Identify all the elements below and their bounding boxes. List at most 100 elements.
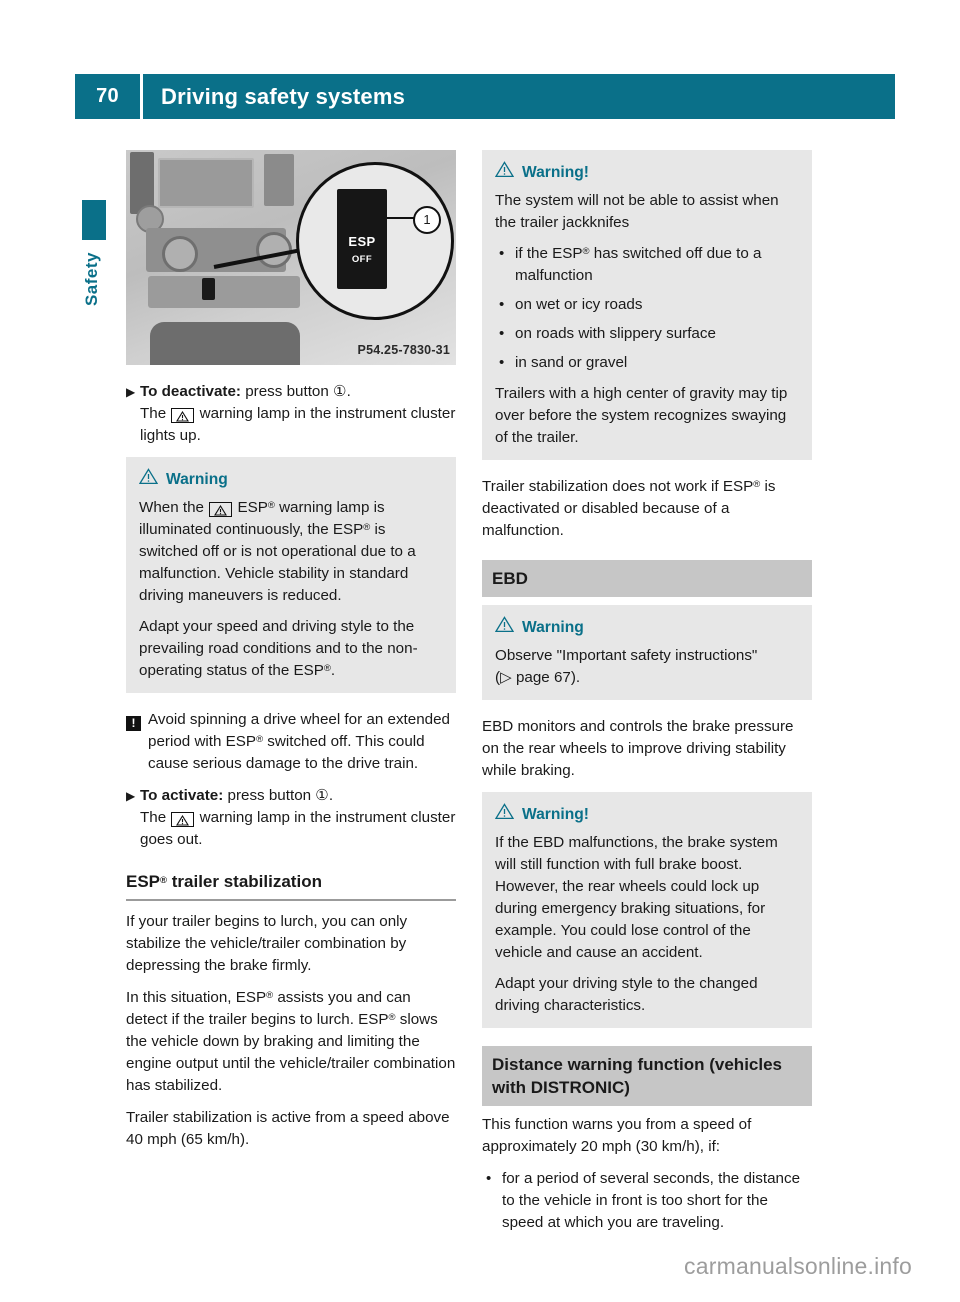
paragraph-trailer-esp: Trailer stabilization does not work if E… xyxy=(482,476,812,542)
section-tab-label: Safety xyxy=(82,252,101,307)
step-deactivate: ▶ To deactivate: press button ①. The war… xyxy=(126,381,456,447)
climate-knob-left xyxy=(162,236,198,272)
warning-jackknife-bullets: • if the ESP® has switched off due to a … xyxy=(495,243,799,374)
registered-mark: ® xyxy=(160,875,168,886)
trailer-2-pre: In this situation, ESP xyxy=(126,989,267,1006)
warning-esp-p2-tail: . xyxy=(330,662,336,679)
lower-switch-panel xyxy=(148,276,300,308)
bullet-0-pre: if the ESP xyxy=(515,245,583,262)
bullet-icon: • xyxy=(499,354,505,371)
warning-box-ebd-malfunction-header: Warning! xyxy=(494,803,799,827)
paragraph-ebd: EBD monitors and controls the brake pres… xyxy=(482,718,794,779)
warning-triangle-icon xyxy=(494,161,515,185)
registered-mark: ® xyxy=(256,734,264,745)
list-item-body: on wet or icy roads xyxy=(515,296,643,313)
warning-jackknife-outro: Trailers with a high center of gravity m… xyxy=(495,385,788,446)
magnifier-bubble: ESP OFF 1 xyxy=(296,162,454,320)
notice-drive-wheel-body: Avoid spinning a drive wheel for an exte… xyxy=(148,709,456,775)
head-unit-screen xyxy=(158,158,254,208)
step-activate-body: To activate: press button ①. The warning… xyxy=(140,785,456,851)
step-deactivate-lead: To deactivate: xyxy=(140,383,241,400)
warning-triangle-icon xyxy=(494,803,515,827)
step-arrow-icon: ▶ xyxy=(126,789,136,803)
warning-triangle-icon xyxy=(494,616,515,640)
warning-ebd-observe-text: Observe "Important safety instructions"(… xyxy=(495,645,799,689)
heading-trailer-post: trailer stabilization xyxy=(167,872,322,891)
warning-esp-p2-pre: Adapt your speed and driving style to th… xyxy=(139,618,418,679)
warning-jackknife-intro: The system will not be able to assist wh… xyxy=(495,192,779,231)
center-console-figure: ESP OFF 1 P54.25-7830-31 xyxy=(126,150,456,365)
warning-box-esp-title: Warning xyxy=(166,471,228,488)
list-item: • on roads with slippery surface xyxy=(495,323,799,345)
left-column: ESP OFF 1 P54.25-7830-31 ▶ To deactivate… xyxy=(126,150,456,1161)
step-deactivate-body: To deactivate: press button ①. The warni… xyxy=(140,381,456,447)
keypad xyxy=(264,154,294,206)
section-tab-marker xyxy=(82,200,106,240)
warning-box-ebd-observe-title: Warning xyxy=(522,619,584,636)
list-item-body: in sand or gravel xyxy=(515,354,628,371)
step-arrow-icon: ▶ xyxy=(126,385,136,399)
callout-marker-1: 1 xyxy=(413,206,441,234)
esp-off-button-closeup: ESP OFF xyxy=(337,189,387,289)
warning-box-esp-p2: Adapt your speed and driving style to th… xyxy=(139,616,443,682)
heading-trailer-stabilization: ESP® trailer stabilization xyxy=(126,871,456,901)
step-activate-lead: To activate: xyxy=(140,787,224,804)
step-activate-rest: press button ①. xyxy=(223,787,334,804)
esp-off-button-on-console xyxy=(202,278,215,300)
warning-box-ebd-malfunction-title: Warning! xyxy=(522,806,589,823)
warning-box-ebd-malfunction: Warning! If the EBD malfunctions, the br… xyxy=(482,792,812,1028)
esp-warning-lamp-icon xyxy=(171,408,195,423)
warning-triangle-icon xyxy=(138,468,159,492)
warning-box-esp-p1: When the ESP® warning lamp is illuminate… xyxy=(139,497,443,607)
bullet-icon: • xyxy=(499,325,505,342)
center-tunnel xyxy=(150,322,300,365)
paragraph-trailer-2: In this situation, ESP® assists you and … xyxy=(126,987,456,1097)
esp-warning-lamp-icon xyxy=(209,502,233,517)
warning-box-esp: Warning When the ESP® warning lamp is il… xyxy=(126,457,456,693)
figure-code: P54.25-7830-31 xyxy=(357,343,450,357)
list-item: • in sand or gravel xyxy=(495,352,799,374)
notice-drive-wheel: ! Avoid spinning a drive wheel for an ex… xyxy=(126,709,456,775)
observe-text: Observe "Important safety instructions" xyxy=(495,647,758,664)
right-column: Warning! The system will not be able to … xyxy=(482,150,812,1243)
paragraph-trailer-1: If your trailer begins to lurch, you can… xyxy=(126,913,408,974)
list-item-body: if the ESP® has switched off due to a ma… xyxy=(515,243,799,287)
page-title: Driving safety systems xyxy=(161,83,406,109)
heading-trailer-pre: ESP xyxy=(126,872,161,891)
warning-box-jackknife: Warning! The system will not be able to … xyxy=(482,150,812,460)
warning-ebd-malfunction-p2: Adapt your driving style to the changed … xyxy=(495,975,758,1014)
esp-warning-lamp-icon xyxy=(171,812,195,827)
exclamation-notice-icon: ! xyxy=(126,716,141,731)
registered-mark: ® xyxy=(323,663,331,674)
registered-mark: ® xyxy=(582,246,590,257)
warning-box-jackknife-header: Warning! xyxy=(494,161,799,185)
step-activate: ▶ To activate: press button ①. The warni… xyxy=(126,785,456,851)
esp-button-off-text: OFF xyxy=(351,254,373,265)
bullet-icon: • xyxy=(486,1170,492,1187)
paragraph-distance: This function warns you from a speed of … xyxy=(482,1116,752,1155)
step-deactivate-line2-pre: The xyxy=(140,405,171,422)
registered-mark: ® xyxy=(267,500,275,511)
notice-icon-wrap: ! xyxy=(126,709,148,775)
warning-box-ebd-observe-header: Warning xyxy=(494,616,799,640)
warning-box-ebd-observe: Warning Observe "Important safety instru… xyxy=(482,605,812,700)
page-header: 70 Driving safety systems xyxy=(75,74,895,119)
bullet-icon: • xyxy=(499,296,505,313)
list-item-body: for a period of several seconds, the dis… xyxy=(502,1170,801,1231)
heading-ebd: EBD xyxy=(482,560,812,597)
list-item: • if the ESP® has switched off due to a … xyxy=(495,243,799,287)
bullet-icon: • xyxy=(499,245,505,262)
distance-bullets: • for a period of several seconds, the d… xyxy=(482,1168,812,1234)
warning-esp-p1-mid: ESP xyxy=(233,499,268,516)
page-ref-arrow-icon: ▷ xyxy=(500,669,512,686)
heading-distance-warning: Distance warning function (vehicles with… xyxy=(482,1046,812,1106)
page-ref-text: page 67). xyxy=(511,669,581,686)
trailer-esp-pre: Trailer stabilization does not work if E… xyxy=(482,478,754,495)
warning-esp-p1-pre: When the xyxy=(139,499,209,516)
warning-box-esp-header: Warning xyxy=(138,468,443,492)
warning-ebd-malfunction-p1: If the EBD malfunctions, the brake syste… xyxy=(495,834,778,961)
registered-mark: ® xyxy=(388,1012,396,1023)
list-item: • for a period of several seconds, the d… xyxy=(482,1168,812,1234)
page-number: 70 xyxy=(96,85,119,107)
list-item-body: on roads with slippery surface xyxy=(515,325,716,342)
